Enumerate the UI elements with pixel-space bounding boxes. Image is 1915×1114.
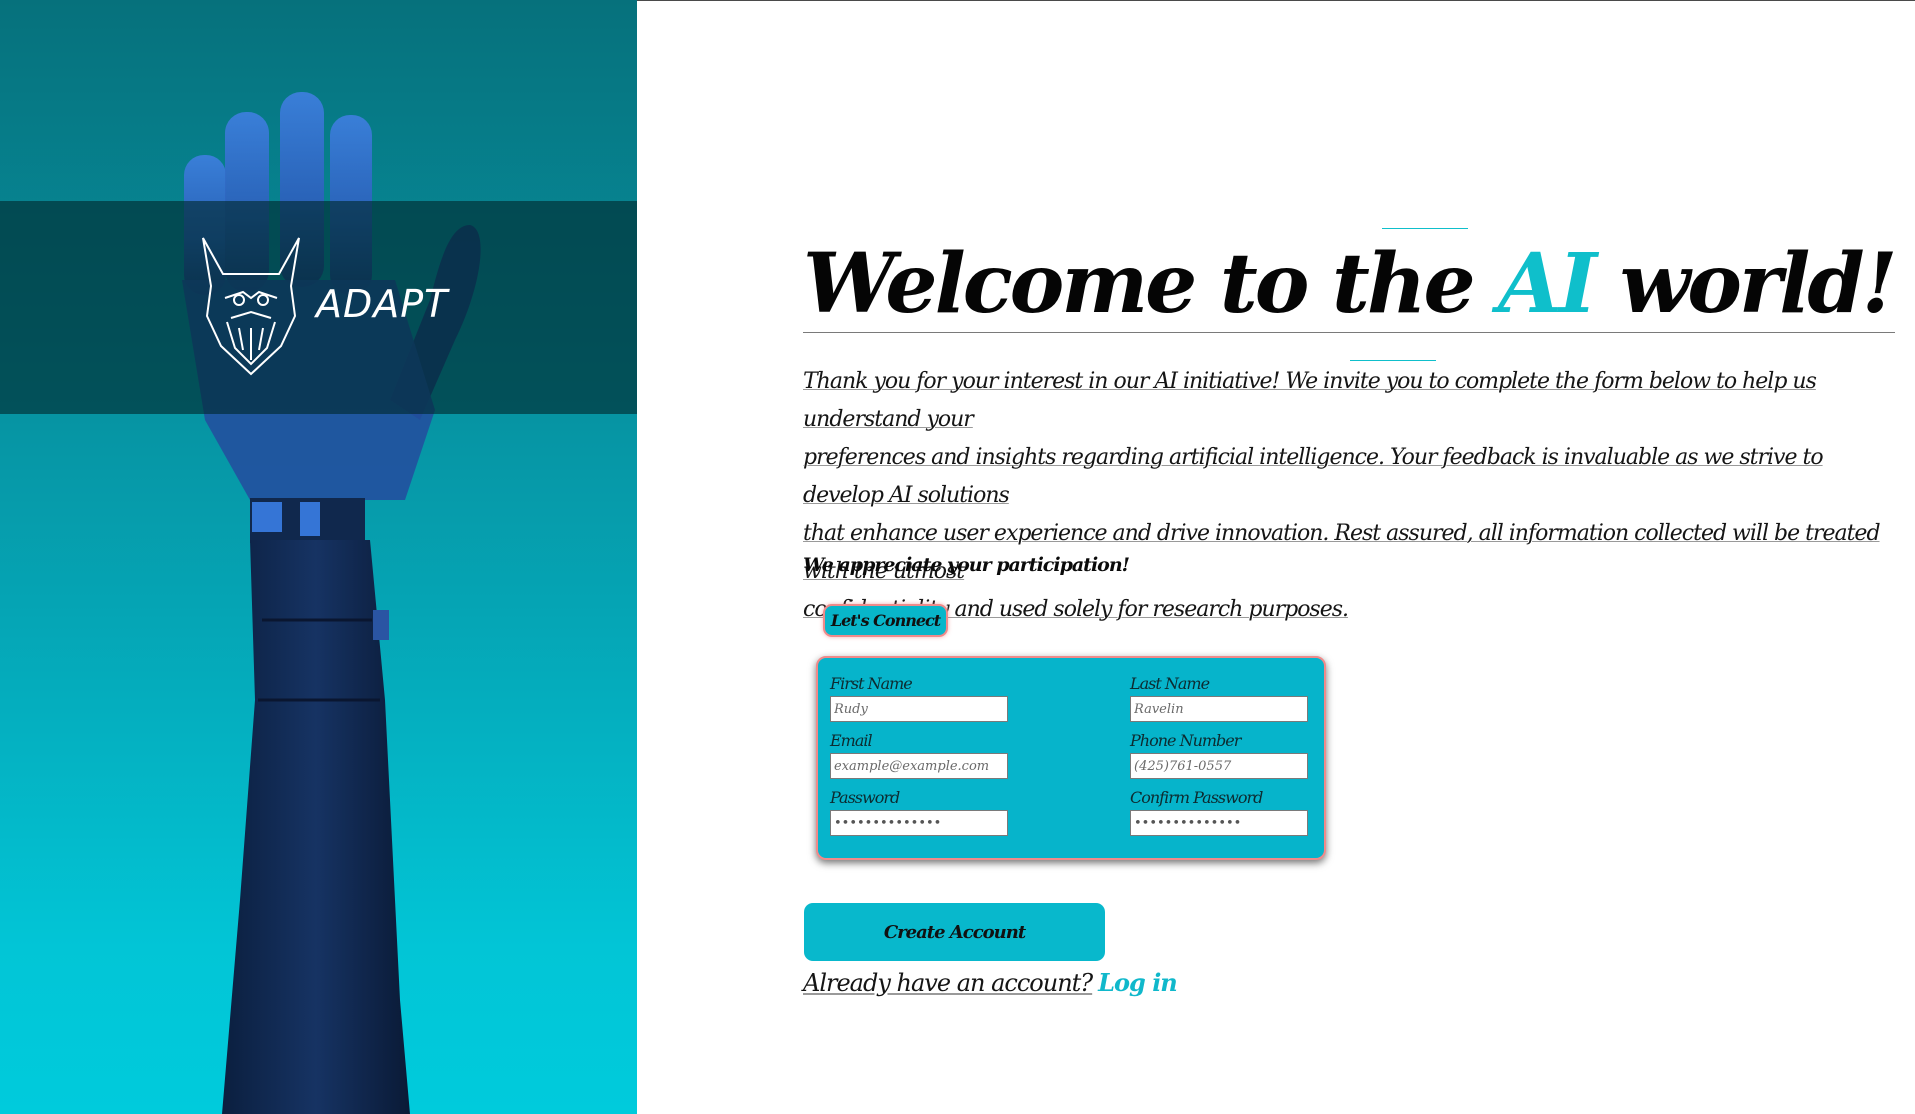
brand-name: ADAPT: [316, 282, 449, 326]
password-label: Password: [830, 788, 900, 807]
first-name-group: First Name: [830, 672, 1010, 722]
confirm-password-group: Confirm Password: [1130, 786, 1310, 836]
phone-label: Phone Number: [1130, 731, 1241, 750]
accent-rule-top: [1382, 228, 1468, 229]
last-name-input[interactable]: [1130, 696, 1308, 722]
email-group: Email: [830, 729, 1010, 779]
robotic-hand-image: [182, 92, 481, 1114]
login-link[interactable]: Log in: [1098, 968, 1178, 997]
intro-line: preferences and insights regarding artif…: [803, 445, 1824, 508]
confirm-password-input[interactable]: [1130, 810, 1308, 836]
bearded-viking-mask-icon: [202, 237, 300, 376]
phone-group: Phone Number: [1130, 729, 1310, 779]
email-label: Email: [830, 731, 873, 750]
title-suffix: world!: [1594, 236, 1898, 332]
lets-connect-button[interactable]: Let's Connect: [823, 604, 948, 637]
signup-form: First Name Last Name Email Phone Number …: [816, 656, 1326, 860]
title-prefix: Welcome to the: [803, 236, 1499, 332]
confirm-password-label: Confirm Password: [1130, 788, 1263, 807]
top-divider: [637, 0, 1915, 1]
password-input[interactable]: [830, 810, 1008, 836]
accent-rule-bottom: [1350, 360, 1436, 361]
phone-input[interactable]: [1130, 753, 1308, 779]
page-title: Welcome to the AI world!: [803, 236, 1898, 333]
password-group: Password: [830, 786, 1010, 836]
create-account-button[interactable]: Create Account: [804, 903, 1105, 961]
first-name-label: First Name: [830, 674, 913, 693]
login-prompt-text: Already have an account?: [803, 969, 1093, 997]
email-input[interactable]: [830, 753, 1008, 779]
intro-line: Thank you for your interest in our AI in…: [803, 369, 1817, 432]
intro-paragraph: Thank you for your interest in our AI in…: [803, 363, 1903, 629]
hero-panel: ADAPT: [0, 0, 637, 1114]
first-name-input[interactable]: [830, 696, 1008, 722]
title-accent: AI: [1498, 236, 1597, 332]
login-prompt: Already have an account? Log in: [803, 968, 1178, 997]
signup-page: ADAPT Welcome to the AI world! Thank you…: [0, 0, 1915, 1114]
last-name-group: Last Name: [1130, 672, 1310, 722]
last-name-label: Last Name: [1130, 674, 1210, 693]
appreciation-heading: We appreciate your participation!: [803, 554, 1130, 576]
